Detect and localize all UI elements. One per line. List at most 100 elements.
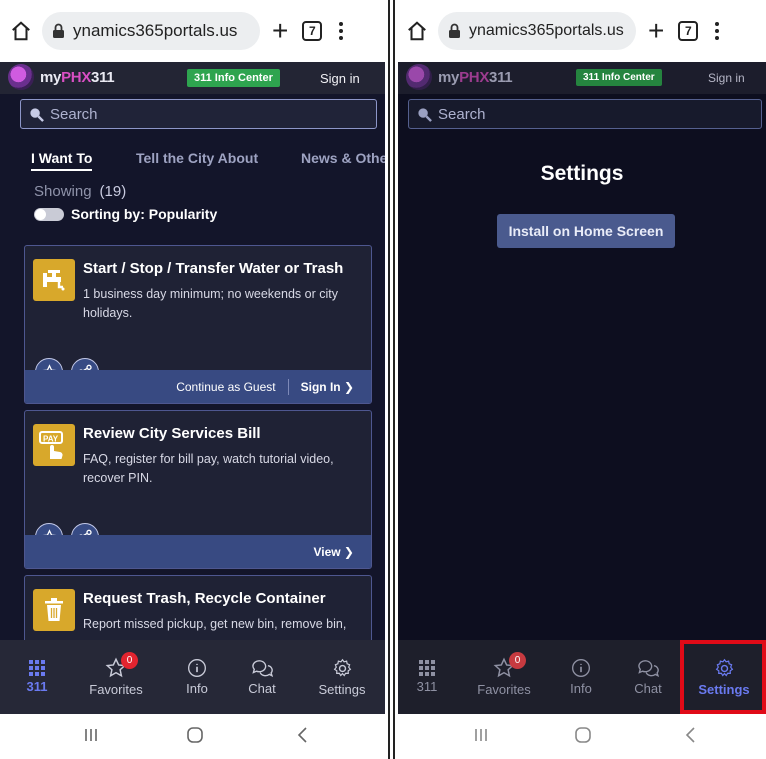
new-tab-plus-icon[interactable]: + (272, 17, 288, 45)
home-circle-icon[interactable] (186, 726, 204, 744)
trash-icon (33, 589, 75, 631)
left-phone-screen: ynamics365portals.us + 7 myPHX311 311 In… (0, 0, 385, 759)
info-center-badge[interactable]: 311 Info Center (187, 69, 280, 87)
card-description: FAQ, register for bill pay, watch tutori… (83, 452, 334, 485)
card-water-trash[interactable]: Start / Stop / Transfer Water or Trash 1… (24, 245, 372, 404)
myphx311-logo[interactable]: myPHX311 (8, 64, 115, 90)
footer-divider (287, 378, 289, 395)
card-review-bill[interactable]: PAY Review City Services Bill FAQ, regis… (24, 410, 372, 569)
home-circle-icon[interactable] (574, 726, 592, 744)
url-bar[interactable]: ynamics365portals.us (438, 12, 636, 50)
android-nav-bar (0, 714, 385, 759)
tab-switcher-button[interactable]: 7 (302, 21, 323, 41)
home-icon[interactable] (10, 20, 32, 42)
chat-icon (252, 660, 273, 677)
myphx311-logo[interactable]: myPHX311 (406, 64, 513, 90)
nav-label: Info (570, 681, 592, 696)
nav-label: Chat (634, 681, 662, 696)
card-footer: Continue as Guest Sign In ❯ (25, 370, 371, 403)
nav-favorites[interactable]: 0 Favorites (472, 640, 536, 714)
card-title: Start / Stop / Transfer Water or Trash (83, 260, 344, 277)
card-sign-in-link[interactable]: Sign In ❯ (301, 380, 354, 394)
logo-text: myPHX311 (40, 68, 115, 86)
screen-divider (393, 0, 395, 759)
app-content: myPHX311 311 Info Center Sign in I Want … (0, 62, 385, 714)
tab-tell-the-city-about[interactable]: Tell the City About (136, 150, 258, 166)
search-icon (30, 107, 44, 122)
nav-311[interactable]: 311 (412, 640, 442, 714)
svg-text:PAY: PAY (43, 435, 59, 444)
category-tabs: I Want To Tell the City About News & Oth… (0, 150, 385, 176)
card-footer: View ❯ (25, 535, 371, 568)
lock-icon (53, 23, 64, 38)
browser-menu-icon[interactable] (338, 22, 344, 40)
card-title: Request Trash, Recycle Container (83, 590, 326, 607)
result-count: (19) (99, 183, 127, 200)
info-icon (572, 659, 590, 677)
recents-icon[interactable] (82, 726, 100, 744)
tab-news-and-other[interactable]: News & Othe (301, 150, 385, 166)
bottom-navigation: 311 0 Favorites Info Chat Settings (0, 640, 385, 714)
back-chevron-icon[interactable] (294, 726, 312, 744)
search-icon (418, 107, 432, 122)
sign-in-link[interactable]: Sign in (708, 71, 745, 85)
new-tab-plus-icon[interactable]: + (648, 17, 664, 45)
logo-emblem-icon (406, 64, 432, 90)
lock-icon (449, 23, 460, 38)
nav-settings[interactable]: Settings (312, 640, 372, 714)
home-icon[interactable] (406, 20, 428, 42)
settings-highlight-box (680, 640, 766, 714)
screen-divider (388, 0, 390, 759)
nav-chat[interactable]: Chat (244, 640, 280, 714)
android-nav-bar (398, 714, 766, 759)
tab-i-want-to[interactable]: I Want To (31, 150, 93, 171)
install-on-home-screen-button[interactable]: Install on Home Screen (497, 214, 675, 248)
search-box[interactable] (408, 99, 762, 129)
url-text: ynamics365portals.us (469, 22, 624, 39)
search-input[interactable] (50, 105, 363, 123)
sort-toggle[interactable] (34, 207, 64, 221)
nav-chat[interactable]: Chat (630, 640, 666, 714)
water-tap-icon (33, 259, 75, 301)
nav-label: Favorites (477, 682, 531, 697)
view-link[interactable]: View ❯ (313, 545, 354, 559)
chat-icon (638, 660, 659, 677)
favorites-badge: 0 (509, 652, 526, 669)
browser-toolbar: ynamics365portals.us + 7 (398, 0, 766, 62)
browser-menu-icon[interactable] (714, 22, 720, 40)
recents-icon[interactable] (472, 726, 490, 744)
nav-311[interactable]: 311 (22, 640, 52, 714)
sign-in-link[interactable]: Sign in (320, 71, 360, 86)
sort-label: Sorting by: Popularity (71, 206, 218, 222)
nav-label: Settings (318, 681, 366, 697)
info-icon (188, 659, 206, 677)
gear-icon (333, 658, 351, 677)
logo-emblem-icon (8, 64, 34, 90)
app-header: myPHX311 311 Info Center Sign in (398, 62, 766, 94)
search-box[interactable] (20, 99, 377, 129)
logo-text: myPHX311 (438, 68, 513, 86)
app-content: myPHX311 311 Info Center Sign in Setting… (398, 62, 766, 714)
card-description: 1 business day minimum; no weekends or c… (83, 287, 338, 320)
pay-icon: PAY (33, 424, 75, 466)
right-phone-screen: ynamics365portals.us + 7 myPHX311 311 In… (398, 0, 766, 759)
favorites-badge: 0 (121, 652, 138, 669)
info-center-badge[interactable]: 311 Info Center (576, 69, 662, 86)
continue-as-guest-link[interactable]: Continue as Guest (176, 380, 275, 394)
nav-label: 311 (416, 679, 438, 694)
settings-heading: Settings (540, 162, 624, 185)
showing-count: Showing (19) (34, 183, 126, 200)
nav-label: Chat (248, 681, 276, 696)
nav-label: 311 (26, 679, 48, 694)
url-bar[interactable]: ynamics365portals.us (42, 12, 260, 50)
browser-toolbar: ynamics365portals.us + 7 (0, 0, 385, 62)
tab-switcher-button[interactable]: 7 (678, 21, 699, 41)
search-input[interactable] (438, 105, 748, 123)
sort-row: Sorting by: Popularity (34, 206, 217, 222)
nav-favorites[interactable]: 0 Favorites (84, 640, 148, 714)
grid-311-icon (29, 660, 45, 676)
back-chevron-icon[interactable] (682, 726, 700, 744)
card-description: Report missed pickup, get new bin, remov… (83, 617, 347, 631)
nav-info[interactable]: Info (564, 640, 598, 714)
nav-info[interactable]: Info (180, 640, 214, 714)
